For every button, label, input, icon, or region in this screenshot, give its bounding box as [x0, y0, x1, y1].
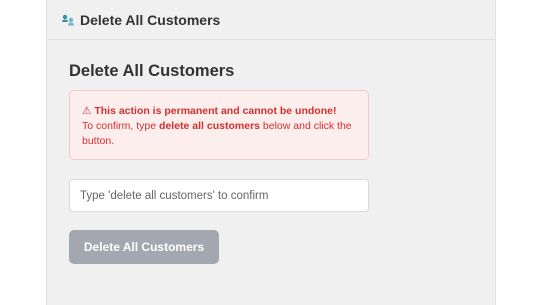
confirm-input[interactable]: [69, 179, 369, 212]
page-title: Delete All Customers: [69, 62, 235, 80]
warning-instruction-prefix: To confirm, type: [82, 120, 160, 132]
people-icon: [62, 14, 74, 25]
title-bar: Delete All Customers: [47, 0, 495, 40]
window-title: Delete All Customers: [80, 11, 221, 28]
warning-box: ⚠ This action is permanent and cannot be…: [69, 90, 369, 160]
delete-all-customers-button[interactable]: Delete All Customers: [69, 230, 219, 264]
confirm-phrase: delete all customers: [159, 120, 260, 132]
warning-title-line: ⚠ This action is permanent and cannot be…: [82, 104, 356, 119]
warning-title: This action is permanent and cannot be u…: [94, 105, 337, 117]
warning-icon: ⚠: [82, 105, 92, 117]
app-window: Delete All Customers Delete All Customer…: [46, 0, 496, 305]
